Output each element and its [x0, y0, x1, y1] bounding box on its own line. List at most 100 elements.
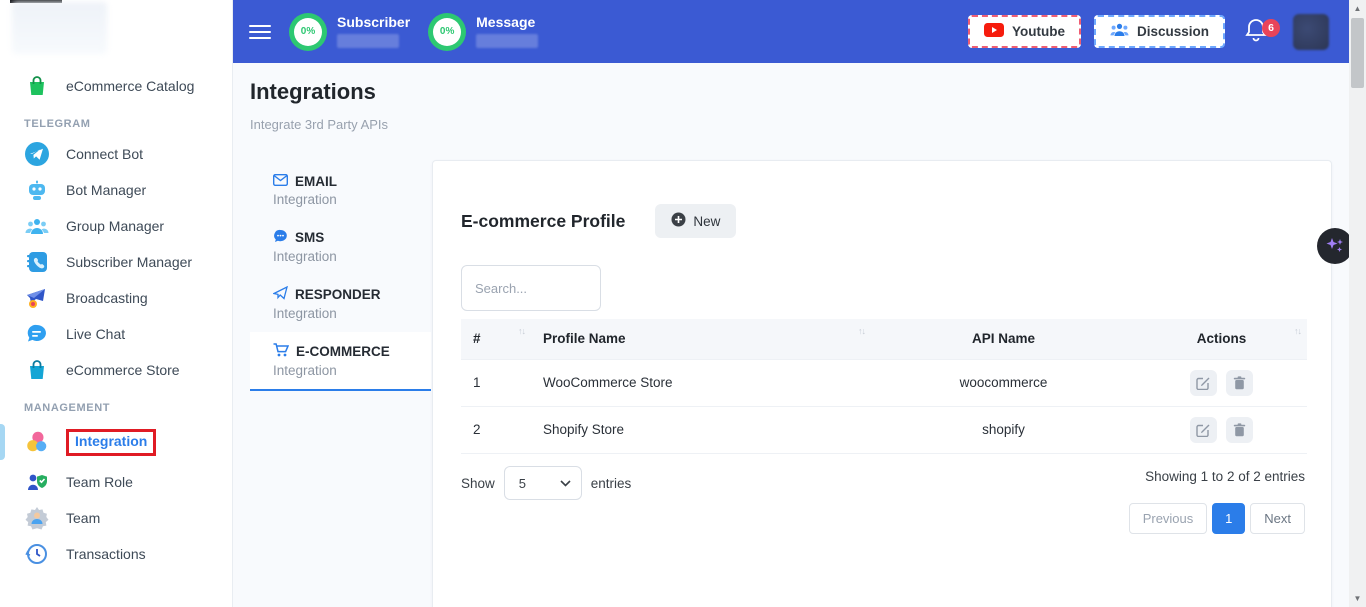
sidebar-item-connect-bot[interactable]: Connect Bot: [0, 136, 232, 172]
sidebar-item-ecommerce-catalog[interactable]: eCommerce Catalog: [0, 68, 232, 104]
message-label: Message: [476, 15, 538, 30]
tab-title: EMAIL: [295, 174, 337, 189]
new-profile-button[interactable]: New: [655, 204, 736, 238]
sidebar-item-label: Transactions: [66, 546, 146, 562]
sidebar-section-management: MANAGEMENT: [0, 388, 232, 420]
sidebar-item-transactions[interactable]: Transactions: [0, 536, 232, 572]
sidebar-item-label: Live Chat: [66, 326, 125, 342]
paper-plane-icon: [273, 286, 288, 303]
search-input[interactable]: [461, 265, 601, 311]
column-header-actions[interactable]: Actions ↑↓: [1136, 319, 1307, 359]
sort-icon: ↑↓: [518, 326, 525, 336]
sidebar-item-integration[interactable]: Integration: [0, 420, 232, 464]
annotation-highlight-box: Integration: [66, 429, 156, 456]
row-number: 2: [461, 406, 531, 453]
sidebar-item-label: Integration: [75, 433, 147, 449]
sidebar-item-group-manager[interactable]: Group Manager: [0, 208, 232, 244]
telegram-plane-icon: [24, 141, 50, 167]
sidebar-item-bot-manager[interactable]: Bot Manager: [0, 172, 232, 208]
trash-icon: [1233, 423, 1246, 437]
history-clock-icon: [24, 541, 50, 567]
sidebar-section-telegram: TELEGRAM: [0, 104, 232, 136]
ecommerce-profile-card: E-commerce Profile New # ↑↓ Profile Name: [432, 160, 1332, 607]
sidebar-item-subscriber-manager[interactable]: Subscriber Manager: [0, 244, 232, 280]
store-bag-icon: [24, 357, 50, 383]
tab-title: SMS: [295, 230, 324, 245]
page-subtitle: Integrate 3rd Party APIs: [250, 117, 388, 132]
shopping-bag-icon: [24, 73, 50, 99]
color-circles-icon: [24, 429, 50, 455]
sidebar-item-broadcasting[interactable]: Broadcasting: [0, 280, 232, 316]
edit-button[interactable]: [1190, 417, 1217, 443]
notifications-button[interactable]: 6: [1244, 17, 1274, 47]
tab-sms-integration[interactable]: SMS Integration: [250, 218, 431, 275]
trash-icon: [1233, 376, 1246, 390]
api-name-cell: shopify: [871, 406, 1136, 453]
youtube-button[interactable]: Youtube: [968, 15, 1081, 48]
vertical-scrollbar[interactable]: ▲ ▼: [1349, 0, 1366, 607]
message-percent: 0%: [433, 18, 461, 46]
sort-icon: ↑↓: [1294, 326, 1301, 336]
people-group-icon: [1110, 23, 1129, 40]
subscriber-percent: 0%: [294, 18, 322, 46]
sidebar-item-label: Broadcasting: [66, 290, 148, 306]
tab-title: RESPONDER: [295, 287, 381, 302]
youtube-icon: [984, 23, 1004, 40]
sidebar-item-live-chat[interactable]: Live Chat: [0, 316, 232, 352]
chat-bubble-icon: [24, 321, 50, 347]
sidebar-item-label: Bot Manager: [66, 182, 146, 198]
sidebar-item-label: Team: [66, 510, 100, 526]
app-logo-redacted: [12, 2, 107, 54]
show-label: Show: [461, 476, 495, 491]
tab-responder-integration[interactable]: RESPONDER Integration: [250, 275, 431, 332]
column-header-num[interactable]: # ↑↓: [461, 319, 531, 359]
next-page-button[interactable]: Next: [1250, 503, 1305, 534]
sidebar-item-label: eCommerce Catalog: [66, 78, 194, 94]
scroll-up-arrow-icon[interactable]: ▲: [1349, 0, 1366, 17]
discussion-button[interactable]: Discussion: [1094, 15, 1225, 48]
sidebar-item-ecommerce-store[interactable]: eCommerce Store: [0, 352, 232, 388]
ai-assistant-button[interactable]: [1317, 228, 1353, 264]
user-avatar[interactable]: [1293, 14, 1329, 50]
pagination: Previous 1 Next: [1129, 503, 1305, 534]
chevron-down-icon: [560, 480, 571, 487]
subscriber-stat: 0% Subscriber: [289, 13, 410, 51]
tab-subtitle: Integration: [273, 363, 431, 378]
current-page-button[interactable]: 1: [1212, 503, 1245, 534]
sidebar-item-label: eCommerce Store: [66, 362, 180, 378]
tab-subtitle: Integration: [273, 306, 431, 321]
message-progress-ring: 0%: [428, 13, 466, 51]
page-size-value: 5: [519, 476, 526, 491]
sidebar-item-label: Team Role: [66, 474, 133, 490]
entries-label: entries: [591, 476, 632, 491]
tab-email-integration[interactable]: EMAIL Integration: [250, 163, 431, 218]
sidebar-item-team[interactable]: Team: [0, 500, 232, 536]
scroll-down-arrow-icon[interactable]: ▼: [1349, 590, 1366, 607]
subscriber-value-redacted: [337, 34, 399, 48]
delete-button[interactable]: [1226, 417, 1253, 443]
tab-ecommerce-integration[interactable]: E-COMMERCE Integration: [250, 332, 431, 391]
table-row: 2 Shopify Store shopify: [461, 406, 1307, 453]
integration-tabs: EMAIL Integration SMS Integration RESPON…: [250, 163, 431, 391]
column-header-profile-name[interactable]: Profile Name ↑↓: [531, 319, 871, 359]
plus-circle-icon: [671, 212, 686, 230]
edit-pencil-icon: [1196, 376, 1210, 390]
sidebar-item-label: Group Manager: [66, 218, 164, 234]
scrollbar-thumb[interactable]: [1351, 18, 1364, 88]
subscriber-label: Subscriber: [337, 15, 410, 30]
people-group-icon: [24, 213, 50, 239]
hamburger-menu-icon[interactable]: [249, 21, 271, 43]
edit-button[interactable]: [1190, 370, 1217, 396]
active-indicator-bar: [0, 424, 5, 460]
tab-title: E-COMMERCE: [296, 344, 390, 359]
shopping-cart-icon: [273, 343, 289, 360]
page-size-select[interactable]: 5: [504, 466, 582, 500]
edit-pencil-icon: [1196, 423, 1210, 437]
previous-page-button[interactable]: Previous: [1129, 503, 1208, 534]
delete-button[interactable]: [1226, 370, 1253, 396]
column-header-api-name[interactable]: API Name: [871, 319, 1136, 359]
sidebar-item-team-role[interactable]: Team Role: [0, 464, 232, 500]
sidebar: eCommerce Catalog TELEGRAM Connect Bot B…: [0, 0, 233, 607]
subscriber-progress-ring: 0%: [289, 13, 327, 51]
discussion-button-label: Discussion: [1137, 24, 1209, 39]
